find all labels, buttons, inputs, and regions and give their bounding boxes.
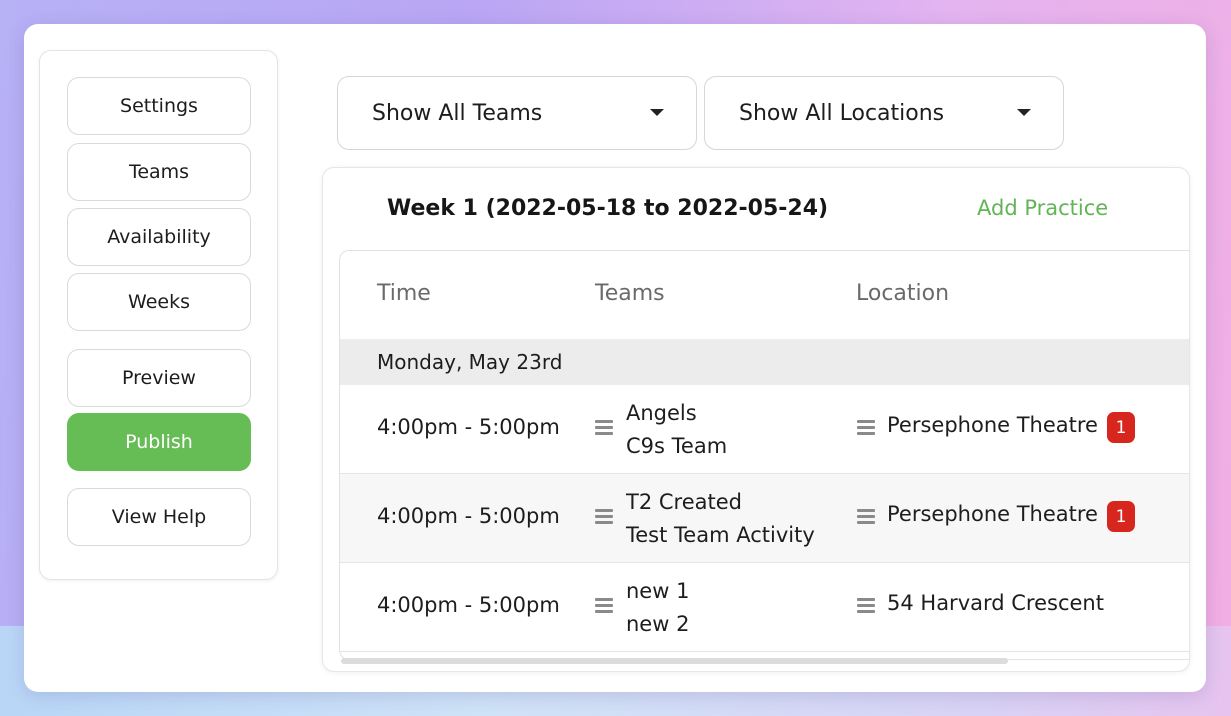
drag-handle-icon[interactable] xyxy=(595,509,613,524)
header-time: Time xyxy=(377,281,431,306)
drag-handle-icon[interactable] xyxy=(595,420,613,435)
time-cell: 4:00pm - 5:00pm xyxy=(377,415,560,439)
header-location: Location xyxy=(856,281,950,306)
column-resize-handle[interactable] xyxy=(1189,293,1190,299)
locations-filter-dropdown[interactable]: Show All Locations xyxy=(704,76,1064,150)
teams-filter-label: Show All Teams xyxy=(372,100,543,126)
horizontal-scrollbar[interactable] xyxy=(341,658,1008,664)
team-name: new 2 xyxy=(626,612,690,636)
team-name: Test Team Activity xyxy=(626,523,815,547)
schedule-table: Time Teams Location Monday, May 23rd 4:0… xyxy=(339,250,1190,660)
add-practice-link[interactable]: Add Practice xyxy=(977,196,1108,220)
view-help-button[interactable]: View Help xyxy=(67,488,251,546)
team-name: Angels xyxy=(626,401,697,425)
teams-button[interactable]: Teams xyxy=(67,143,251,201)
team-name: new 1 xyxy=(626,579,690,603)
week-title: Week 1 (2022-05-18 to 2022-05-24) xyxy=(387,196,829,221)
weeks-button[interactable]: Weeks xyxy=(67,273,251,331)
availability-button[interactable]: Availability xyxy=(67,208,251,266)
day-group-header: Monday, May 23rd xyxy=(340,339,1189,385)
team-name: C9s Team xyxy=(626,434,728,458)
app-window: Settings Teams Availability Weeks Previe… xyxy=(24,24,1206,692)
location-name: 54 Harvard Crescent xyxy=(887,591,1104,615)
header-teams: Teams xyxy=(595,281,665,306)
table-row[interactable]: 4:00pm - 5:00pm Angels C9s Team Persepho… xyxy=(340,385,1189,474)
publish-button[interactable]: Publish xyxy=(67,413,251,471)
drag-handle-icon[interactable] xyxy=(595,598,613,613)
table-row[interactable]: 4:00pm - 5:00pm T2 Created Test Team Act… xyxy=(340,474,1189,563)
team-name: T2 Created xyxy=(626,490,742,514)
chevron-down-icon xyxy=(1017,109,1031,116)
drag-handle-icon[interactable] xyxy=(857,598,875,613)
chevron-down-icon xyxy=(650,109,664,116)
week-panel: Week 1 (2022-05-18 to 2022-05-24) Add Pr… xyxy=(322,167,1190,672)
conflict-badge[interactable]: 1 xyxy=(1107,501,1135,532)
teams-filter-dropdown[interactable]: Show All Teams xyxy=(337,76,697,150)
location-name: Persephone Theatre xyxy=(887,502,1098,526)
conflict-badge[interactable]: 1 xyxy=(1107,412,1135,443)
preview-button[interactable]: Preview xyxy=(67,349,251,407)
drag-handle-icon[interactable] xyxy=(857,420,875,435)
sidebar: Settings Teams Availability Weeks Previe… xyxy=(39,50,278,580)
locations-filter-label: Show All Locations xyxy=(739,100,945,126)
time-cell: 4:00pm - 5:00pm xyxy=(377,593,560,617)
drag-handle-icon[interactable] xyxy=(857,509,875,524)
table-row[interactable]: 4:00pm - 5:00pm new 1 new 2 54 Harvard C… xyxy=(340,563,1189,652)
settings-button[interactable]: Settings xyxy=(67,77,251,135)
location-name: Persephone Theatre xyxy=(887,413,1098,437)
time-cell: 4:00pm - 5:00pm xyxy=(377,504,560,528)
